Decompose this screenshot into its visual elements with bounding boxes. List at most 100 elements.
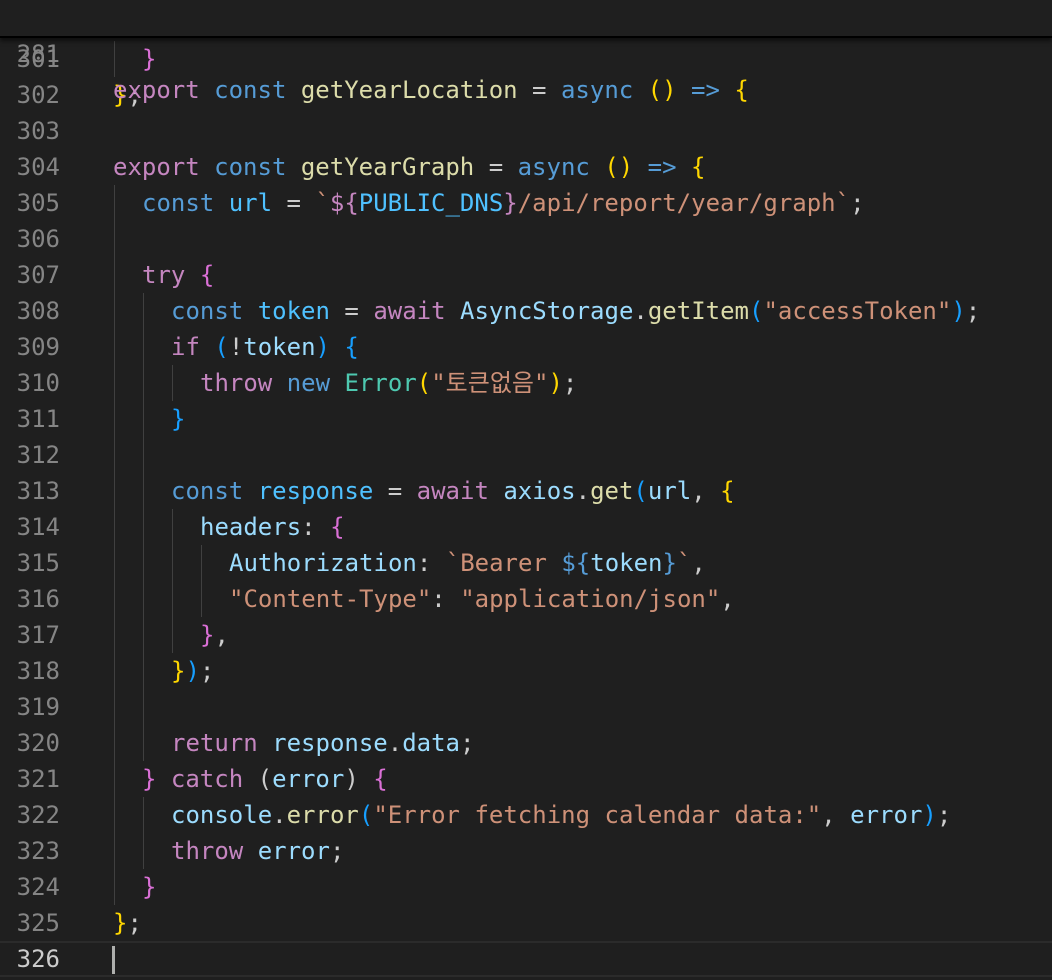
code-token: ,: [691, 549, 706, 577]
code-token: (: [749, 297, 764, 325]
code-token: ${: [329, 189, 359, 217]
indent-guide: [114, 617, 115, 653]
line-number: 321: [16, 765, 60, 793]
code-line[interactable]: 315 Authorization: `Bearer ${token}`,: [0, 545, 1052, 581]
line-code[interactable]: } catch (error) {: [142, 761, 388, 797]
code-token: getYearLocation: [300, 76, 518, 104]
code-token: try: [142, 261, 186, 289]
code-token: throw: [200, 369, 273, 397]
line-code[interactable]: const url = `${PUBLIC_DNS}/api/report/ye…: [142, 185, 865, 221]
code-token: }: [171, 405, 186, 433]
indent-guide: [114, 689, 115, 725]
code-line[interactable]: 324}: [0, 869, 1052, 905]
code-line[interactable]: 322 console.error("Error fetching calenda…: [0, 797, 1052, 833]
code-line[interactable]: 305 const url = `${PUBLIC_DNS}/api/report…: [0, 185, 1052, 221]
line-code[interactable]: const token = await AsyncStorage.getItem…: [171, 293, 980, 329]
code-token: const: [142, 189, 215, 217]
code-token: headers: [200, 513, 302, 541]
line-code[interactable]: if (!token) {: [171, 329, 359, 365]
code-token: {: [344, 333, 359, 361]
code-line[interactable]: 323 throw error;: [0, 833, 1052, 869]
code-line[interactable]: 310 throw new Error("토큰없음");: [0, 365, 1052, 401]
code-line[interactable]: 303: [0, 113, 1052, 149]
line-code[interactable]: headers: {: [200, 509, 345, 545]
line-code[interactable]: const response = await axios.get(url, {: [171, 473, 735, 509]
code-token: }: [662, 549, 677, 577]
code-line[interactable]: 325};: [0, 905, 1052, 941]
code-line[interactable]: 319: [0, 689, 1052, 725]
line-code[interactable]: });: [171, 653, 214, 689]
indent-guide: [143, 365, 144, 401]
code-token: const: [214, 153, 287, 181]
line-code[interactable]: },: [200, 617, 229, 653]
code-line[interactable]: 318});: [0, 653, 1052, 689]
code-token: =: [272, 189, 316, 217]
indent-guide: [143, 617, 144, 653]
code-token: {: [720, 477, 735, 505]
code-token: (: [416, 369, 432, 397]
code-token: ): [185, 657, 200, 685]
line-number: 307: [16, 261, 60, 289]
line-code[interactable]: };: [113, 905, 142, 941]
code-line[interactable]: 320 return response.data;: [0, 725, 1052, 761]
code-token: =>: [691, 76, 720, 104]
code-line[interactable]: 313 const response = await axios.get(url,…: [0, 473, 1052, 509]
code-line[interactable]: 317},: [0, 617, 1052, 653]
line-code[interactable]: }: [171, 401, 185, 437]
code-line[interactable]: 321 } catch (error) {: [0, 761, 1052, 797]
line-code[interactable]: return response.data;: [171, 725, 474, 761]
line-number: 308: [16, 297, 60, 325]
sticky-code[interactable]: export const getYearLocation = async () …: [113, 72, 749, 108]
indent-guide: [114, 329, 115, 365]
line-code[interactable]: Authorization: `Bearer ${token}`,: [229, 545, 706, 581]
code-line[interactable]: 311}: [0, 401, 1052, 437]
code-line[interactable]: 306: [0, 221, 1052, 257]
code-token: ;: [127, 909, 142, 937]
line-number: 315: [16, 549, 60, 577]
line-number: 326: [16, 945, 60, 973]
line-number: 322: [16, 801, 60, 829]
line-code[interactable]: console.error("Error fetching calendar d…: [171, 797, 951, 833]
code-token: PUBLIC_DNS: [358, 189, 504, 217]
line-number: 306: [16, 225, 60, 253]
line-code[interactable]: }: [142, 869, 156, 905]
indent-guide: [114, 473, 115, 509]
line-code[interactable]: "Content-Type": "application/json",: [229, 581, 735, 617]
code-token: `Bearer: [445, 549, 562, 577]
code-editor[interactable]: 281 export const getYearLocation = async…: [0, 0, 1052, 980]
code-token: async: [517, 153, 590, 181]
indent-guide: [143, 797, 144, 833]
line-code[interactable]: export const getYearGraph = async () => …: [113, 149, 705, 185]
line-code[interactable]: try {: [142, 257, 214, 293]
code-token: ${: [561, 549, 591, 577]
code-token: axios: [503, 477, 576, 505]
code-token: ): [548, 369, 563, 397]
indent-guide: [114, 797, 115, 833]
line-code[interactable]: throw error;: [171, 833, 344, 869]
code-token: response: [272, 729, 388, 757]
code-token: `: [676, 549, 692, 577]
code-token: }: [503, 189, 518, 217]
code-line[interactable]: 309 if (!token) {: [0, 329, 1052, 365]
line-number: 310: [16, 369, 60, 397]
code-line[interactable]: 308 const token = await AsyncStorage.getI…: [0, 293, 1052, 329]
line-number: 309: [16, 333, 60, 361]
line-code[interactable]: throw new Error("토큰없음");: [200, 365, 577, 401]
code-token: new: [286, 369, 331, 397]
code-line[interactable]: 314 headers: {: [0, 509, 1052, 545]
code-line-active[interactable]: 326: [0, 941, 1052, 977]
code-token: :: [431, 585, 461, 613]
code-line[interactable]: 316 "Content-Type": "application/json",: [0, 581, 1052, 617]
indent-guide: [114, 761, 115, 797]
code-token: url: [228, 189, 273, 217]
sticky-scroll-line[interactable]: 281 export const getYearLocation = async…: [0, 0, 1052, 104]
code-line[interactable]: 304 export const getYearGraph = async () …: [0, 149, 1052, 185]
code-line[interactable]: 312: [0, 437, 1052, 473]
code-token: ;: [965, 297, 981, 325]
code-line[interactable]: 307 try {: [0, 257, 1052, 293]
